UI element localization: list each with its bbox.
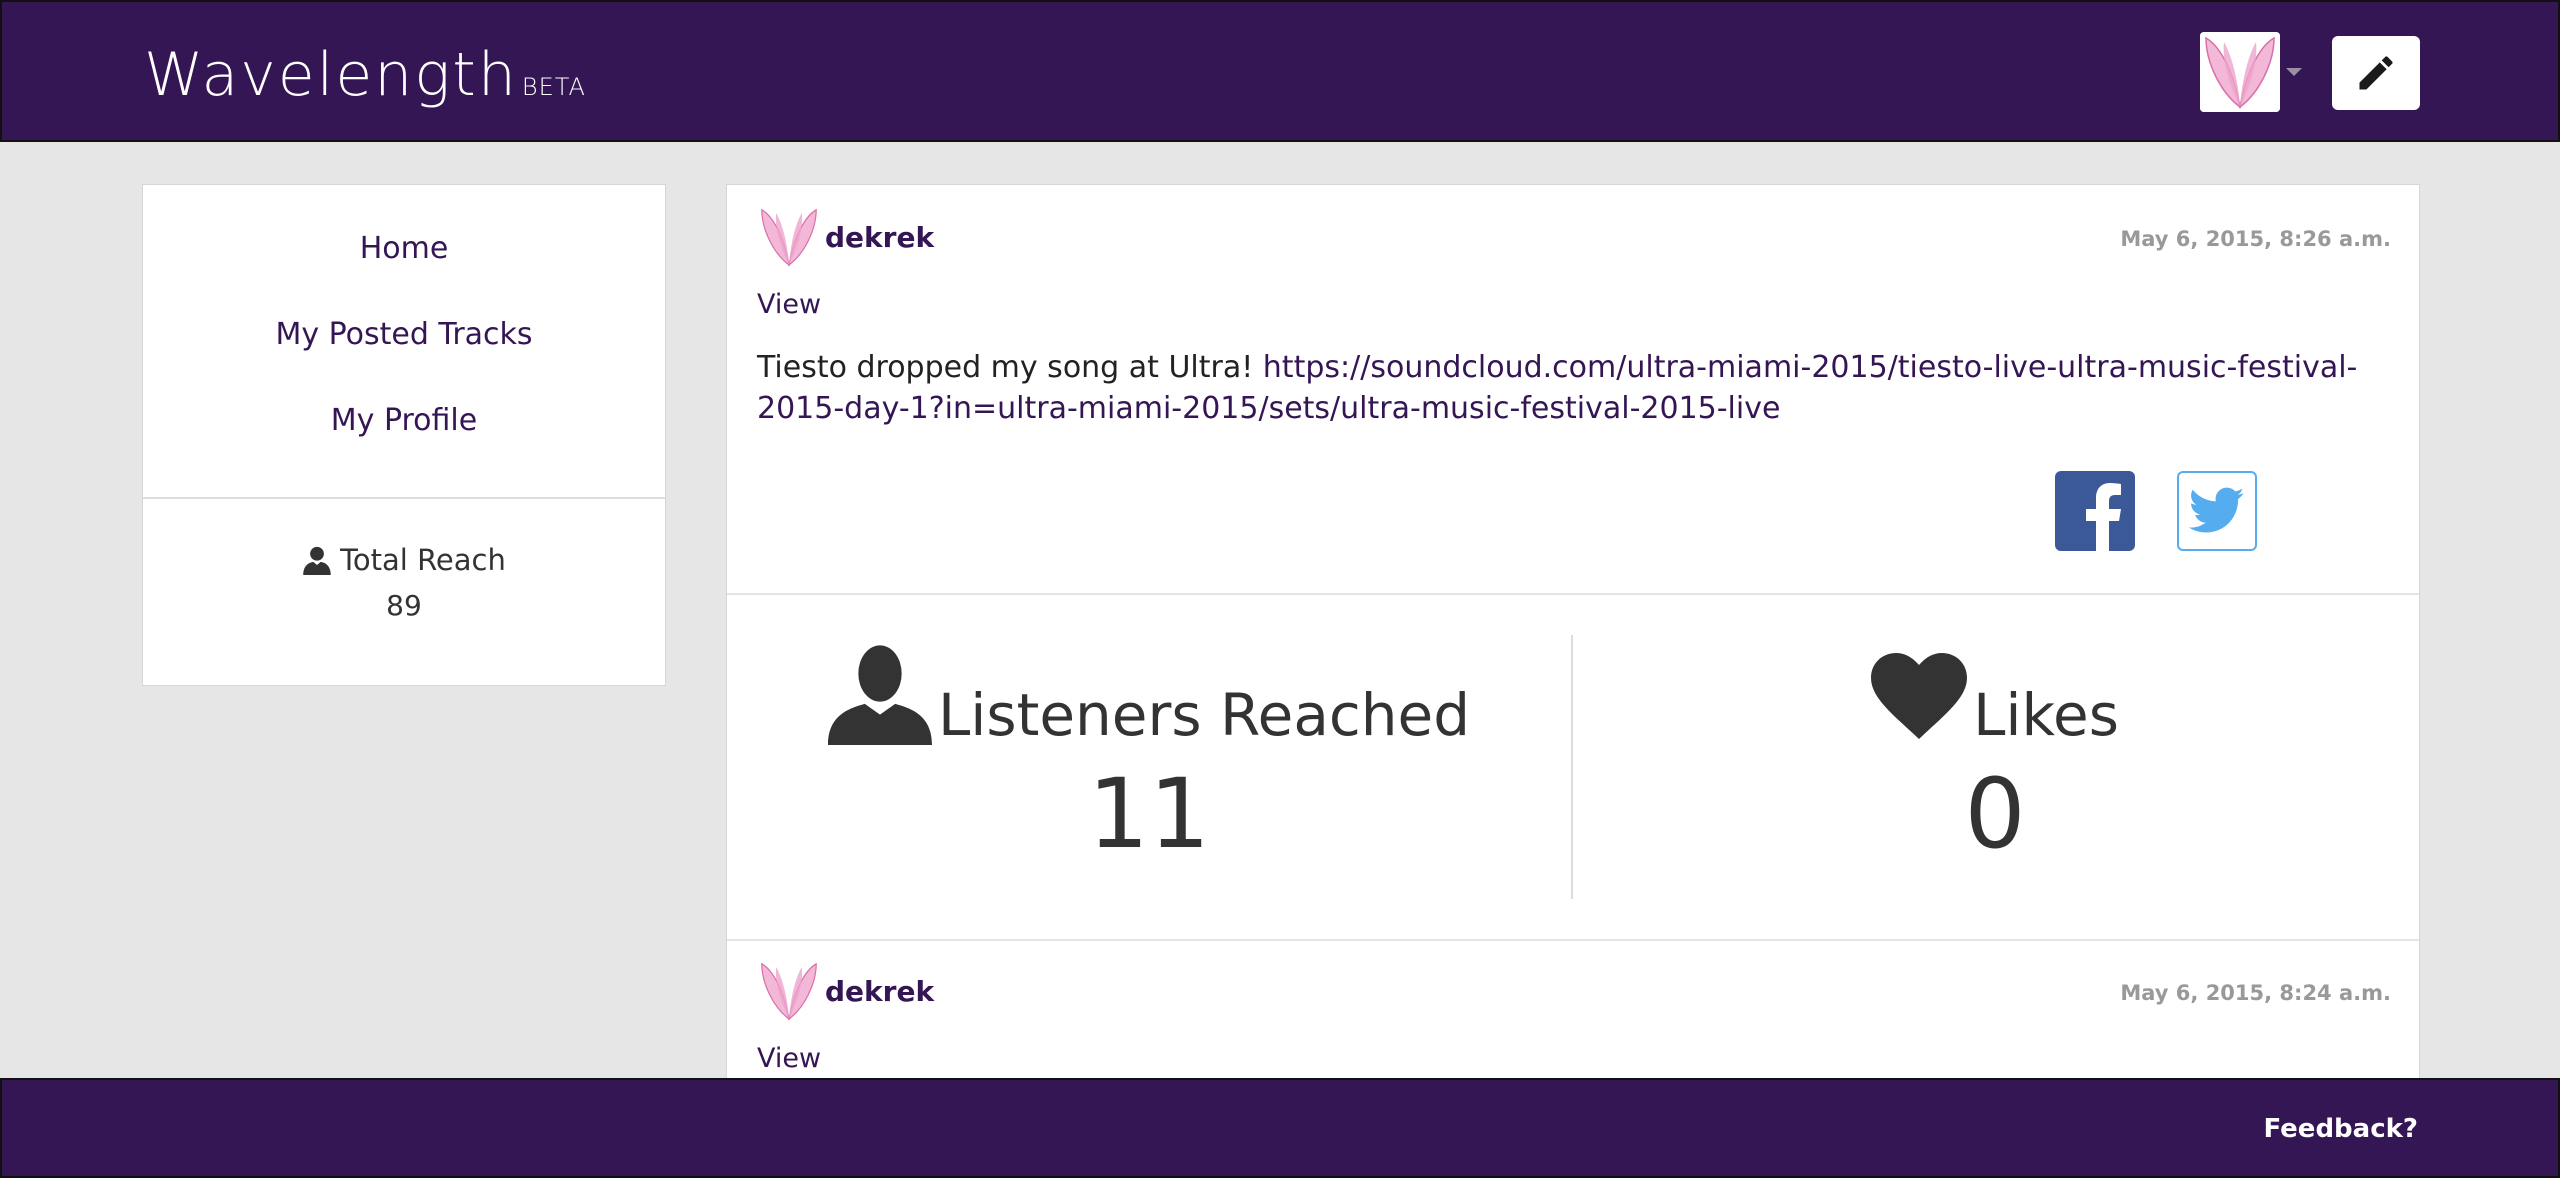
post-username[interactable]: dekrek xyxy=(825,221,934,254)
sidebar: Home My Posted Tracks My Profile Total R… xyxy=(142,184,666,686)
listeners-reached-label: Listeners Reached xyxy=(937,681,1471,749)
post-username[interactable]: dekrek xyxy=(825,975,934,1008)
brand-logo[interactable]: Wavelength BETA xyxy=(144,40,586,110)
beta-tag: BETA xyxy=(521,73,586,101)
pink-butterfly-avatar-icon xyxy=(2200,32,2280,112)
twitter-share-button[interactable] xyxy=(2177,471,2257,551)
total-reach-panel: Total Reach 89 xyxy=(143,499,665,622)
post-timestamp: May 6, 2015, 8:26 a.m. xyxy=(2120,227,2391,251)
post-feed: dekrek May 6, 2015, 8:26 a.m. View Tiest… xyxy=(726,184,2420,1178)
listeners-reached-value: 11 xyxy=(1087,758,1211,870)
top-navbar: Wavelength BETA xyxy=(0,0,2560,142)
footer: Feedback? xyxy=(0,1078,2560,1178)
post-author[interactable]: dekrek xyxy=(757,205,934,269)
post-text: Tiesto dropped my song at Ultra! xyxy=(757,350,1254,385)
divider xyxy=(727,593,2419,595)
likes-value: 0 xyxy=(1964,758,2026,870)
pencil-icon xyxy=(2359,56,2393,90)
feedback-link[interactable]: Feedback? xyxy=(2263,1114,2418,1144)
user-icon xyxy=(303,546,331,575)
twitter-icon xyxy=(2189,487,2245,533)
view-post-link[interactable]: View xyxy=(757,1043,821,1074)
listeners-stat: Listeners Reached 11 xyxy=(727,635,1571,869)
post-author[interactable]: dekrek xyxy=(757,959,934,1023)
compose-post-button[interactable] xyxy=(2332,36,2420,110)
divider xyxy=(727,939,2419,941)
sidebar-item-my-profile[interactable]: My Profile xyxy=(143,406,665,501)
likes-stat: Likes 0 xyxy=(1573,635,2417,869)
sidebar-nav: Home My Posted Tracks My Profile xyxy=(143,185,665,499)
view-post-link[interactable]: View xyxy=(757,289,821,320)
user-menu-avatar[interactable] xyxy=(2200,32,2280,112)
post-timestamp: May 6, 2015, 8:24 a.m. xyxy=(2120,981,2391,1005)
facebook-icon xyxy=(2086,483,2121,551)
user-icon xyxy=(827,645,932,745)
pink-butterfly-avatar-icon xyxy=(761,208,817,267)
chevron-down-icon[interactable] xyxy=(2286,68,2302,76)
total-reach-label: Total Reach xyxy=(340,543,506,577)
facebook-share-button[interactable] xyxy=(2055,471,2135,551)
likes-label: Likes xyxy=(1973,681,2119,749)
brand-name: Wavelength xyxy=(144,40,518,110)
heart-icon[interactable] xyxy=(1871,649,1968,745)
total-reach-value: 89 xyxy=(386,589,422,622)
post-body: Tiesto dropped my song at Ultra! https:/… xyxy=(757,347,2397,429)
pink-butterfly-avatar-icon xyxy=(761,962,817,1021)
